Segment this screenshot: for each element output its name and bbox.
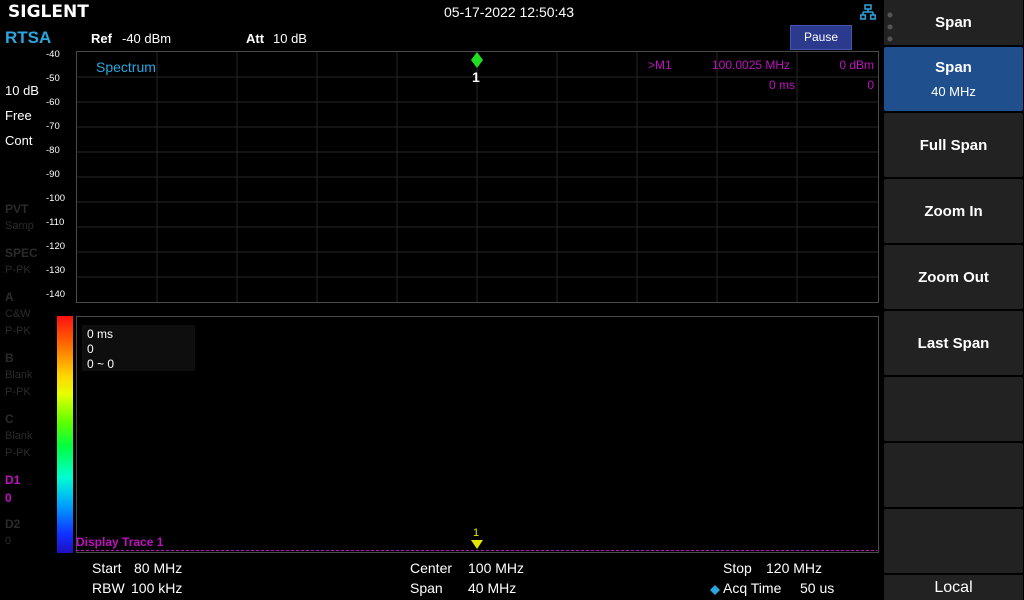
empty-softkey [884,443,1023,507]
zoom-out-label: Zoom Out [918,268,989,286]
top-bar [0,0,883,24]
waterfall-info-time: 0 ms [87,327,114,341]
pvt-trace-label: PVT [5,202,29,216]
marker-readout-freq: 100.0025 MHz [712,58,791,72]
zoom-in-softkey[interactable]: Zoom In [884,179,1023,243]
y-tick: -80 [46,145,60,156]
pause-button[interactable]: Pause [790,25,852,50]
rbw-label: RBW [92,580,125,596]
waterfall-info-value: 0 [87,342,94,356]
zoom-in-label: Zoom In [924,202,983,220]
y-tick: -120 [46,241,66,252]
trace-d1-label: D1 [5,473,21,487]
stop-value[interactable]: 120 MHz [766,560,822,576]
waterfall-info-range: 0 ~ 0 [87,357,115,371]
y-tick: -140 [46,289,66,300]
analyzer-mode[interactable]: RTSA [5,28,51,48]
span-softkey[interactable]: Span 40 MHz [884,47,1023,111]
diamond-bullet-icon [710,585,720,595]
lan-icon [860,4,876,20]
spec-trace-label: SPEC [5,246,38,260]
center-value[interactable]: 100 MHz [468,560,524,576]
spectrum-title: Spectrum [96,59,156,75]
sweep-mode: Cont [5,133,33,148]
att-value[interactable]: 10 dB [273,31,307,46]
empty-softkey [884,377,1023,441]
y-tick: -110 [46,217,65,228]
y-tick: -100 [46,193,66,204]
att-label: Att [246,31,265,46]
more-dots-icon [887,12,893,42]
trace-c-detector: P-PK [5,447,31,459]
stop-label: Stop [723,560,752,576]
scale-div: 10 dB [5,83,39,98]
full-span-softkey[interactable]: Full Span [884,113,1023,177]
center-label: Center [410,560,453,576]
start-label: Start [92,560,122,576]
pvt-trace-detector: Samp [5,220,34,232]
marker-readout-time: 0 ms [768,78,795,92]
waterfall-info-box: 0 ms 0 0 ~ 0 [82,325,195,371]
trace-c-label: C [5,412,14,426]
empty-softkey [884,509,1023,573]
trace-d1-value: 0 [5,491,12,505]
trace-b-mode: Blank [5,369,33,381]
marker-readout-level: 0 dBm [839,58,874,72]
span-softkey-label: Span [935,59,972,76]
y-tick: -60 [46,97,60,108]
brand-logo: SIGLENT [8,2,89,22]
y-tick: -50 [46,73,60,84]
waterfall-marker-number: 1 [473,527,480,539]
span-label: Span [410,580,443,596]
y-tick: -70 [46,121,60,132]
ref-label: Ref [91,31,112,46]
waterfall-plot[interactable] [76,316,879,553]
trace-d2-value: 0 [5,535,12,547]
trace-d2-label: D2 [5,517,21,531]
y-tick: -90 [46,169,60,180]
start-value[interactable]: 80 MHz [134,560,182,576]
trace-a-label: A [5,290,14,304]
color-scale-bar [57,316,73,553]
span-value[interactable]: 40 MHz [468,580,516,596]
acq-time-value[interactable]: 50 us [800,580,834,596]
trace-a-mode: C&W [5,308,31,320]
marker-triangle-icon[interactable] [470,539,484,550]
rbw-value[interactable]: 100 kHz [131,580,182,596]
trace-b-label: B [5,351,14,365]
marker-readout-label: >M1 [648,58,672,72]
last-span-softkey[interactable]: Last Span [884,311,1023,375]
span-softkey-value: 40 MHz [931,84,976,99]
datetime: 05-17-2022 12:50:43 [444,4,574,20]
marker-readout-value: 0 [867,78,874,92]
y-tick: -40 [46,49,60,60]
acq-time-label: Acq Time [723,580,782,596]
marker-diamond-icon[interactable] [470,52,484,69]
trace-c-mode: Blank [5,430,33,442]
last-span-label: Last Span [917,334,990,352]
full-span-label: Full Span [919,136,988,154]
spec-trace-detector: P-PK [5,264,31,276]
marker-number: 1 [472,69,480,85]
trace-a-detector: P-PK [5,325,31,337]
trace-b-detector: P-PK [5,386,31,398]
ref-value[interactable]: -40 dBm [122,31,171,46]
trigger-mode: Free [5,108,32,123]
menu-title: Span [884,0,1023,45]
zoom-out-softkey[interactable]: Zoom Out [884,245,1023,309]
local-button[interactable]: Local [884,575,1023,600]
display-trace-label: Display Trace 1 [76,535,164,549]
y-tick: -130 [46,265,66,276]
